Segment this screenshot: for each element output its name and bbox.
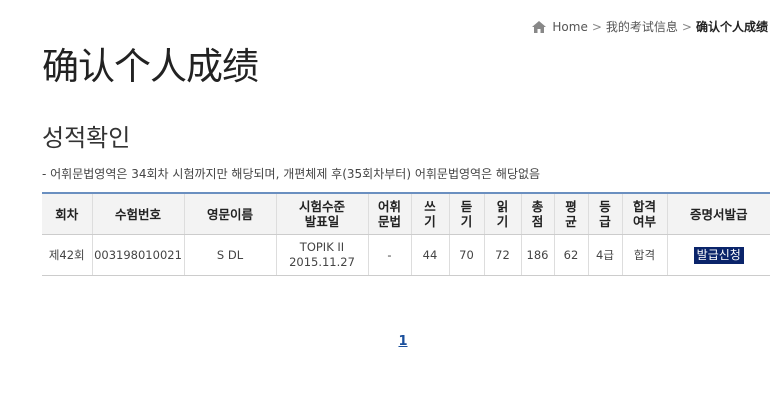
breadcrumb: Home > 我的考试信息 > 确认个人成绩 bbox=[532, 18, 768, 35]
cell-round: 제42회 bbox=[42, 234, 92, 276]
cell-total: 186 bbox=[520, 234, 554, 276]
header-english-name: 영문이름 bbox=[183, 193, 276, 235]
page-title: 确认个人成绩 bbox=[42, 45, 259, 88]
header-level-date: 시험수준 발표일 bbox=[275, 193, 368, 235]
cell-listening: 70 bbox=[448, 234, 484, 276]
header-certificate: 증명서발급 bbox=[666, 193, 770, 235]
header-vocab-grammar: 어휘 문법 bbox=[367, 193, 411, 235]
page-link-1[interactable]: 1 bbox=[398, 334, 407, 349]
header-round: 회차 bbox=[42, 193, 92, 235]
cell-certificate: 발급신청 bbox=[666, 234, 770, 276]
cell-grade: 4급 bbox=[587, 234, 622, 276]
breadcrumb-current: 确认个人成绩 bbox=[695, 20, 768, 34]
chevron-right-icon: > bbox=[591, 19, 602, 34]
cell-pass: 합격 bbox=[621, 234, 667, 276]
table-row: 제42회 003198010021 S DL TOPIK II 2015.11.2… bbox=[42, 234, 770, 276]
cell-writing: 44 bbox=[410, 234, 449, 276]
header-writing: 쓰기 bbox=[410, 193, 449, 235]
home-icon[interactable] bbox=[532, 20, 547, 33]
cell-average: 62 bbox=[553, 234, 588, 276]
cell-level-date: TOPIK II 2015.11.27 bbox=[275, 234, 368, 276]
score-table: 회차 수험번호 영문이름 시험수준 발표일 어휘 문법 쓰기 듣기 읽기 총점 평균… bbox=[42, 192, 770, 276]
breadcrumb-my-exam-info[interactable]: 我的考试信息 bbox=[606, 18, 678, 35]
section-title: 성적확인 bbox=[42, 124, 131, 152]
header-exam-number: 수험번호 bbox=[91, 193, 184, 235]
cell-exam-number: 003198010021 bbox=[91, 234, 184, 276]
chevron-right-icon: > bbox=[681, 19, 692, 34]
header-average: 평균 bbox=[553, 193, 588, 235]
pagination: 1 bbox=[0, 330, 780, 349]
vocab-grammar-note: - 어휘문법영역은 34회차 시험까지만 해당되며, 개편체제 후(35회차부터… bbox=[42, 167, 541, 181]
cell-vocab-grammar: - bbox=[367, 234, 411, 276]
header-reading: 읽기 bbox=[483, 193, 521, 235]
breadcrumb-home[interactable]: Home bbox=[552, 20, 587, 34]
header-grade: 등급 bbox=[587, 193, 622, 235]
header-pass: 합격 여부 bbox=[621, 193, 667, 235]
cell-reading: 72 bbox=[483, 234, 521, 276]
header-listening: 듣기 bbox=[448, 193, 484, 235]
certificate-request-button[interactable]: 발급신청 bbox=[693, 246, 744, 264]
cell-english-name: S DL bbox=[183, 234, 276, 276]
header-total: 총점 bbox=[520, 193, 554, 235]
table-header-row: 회차 수험번호 영문이름 시험수준 발표일 어휘 문법 쓰기 듣기 읽기 총점 평균… bbox=[42, 193, 770, 235]
